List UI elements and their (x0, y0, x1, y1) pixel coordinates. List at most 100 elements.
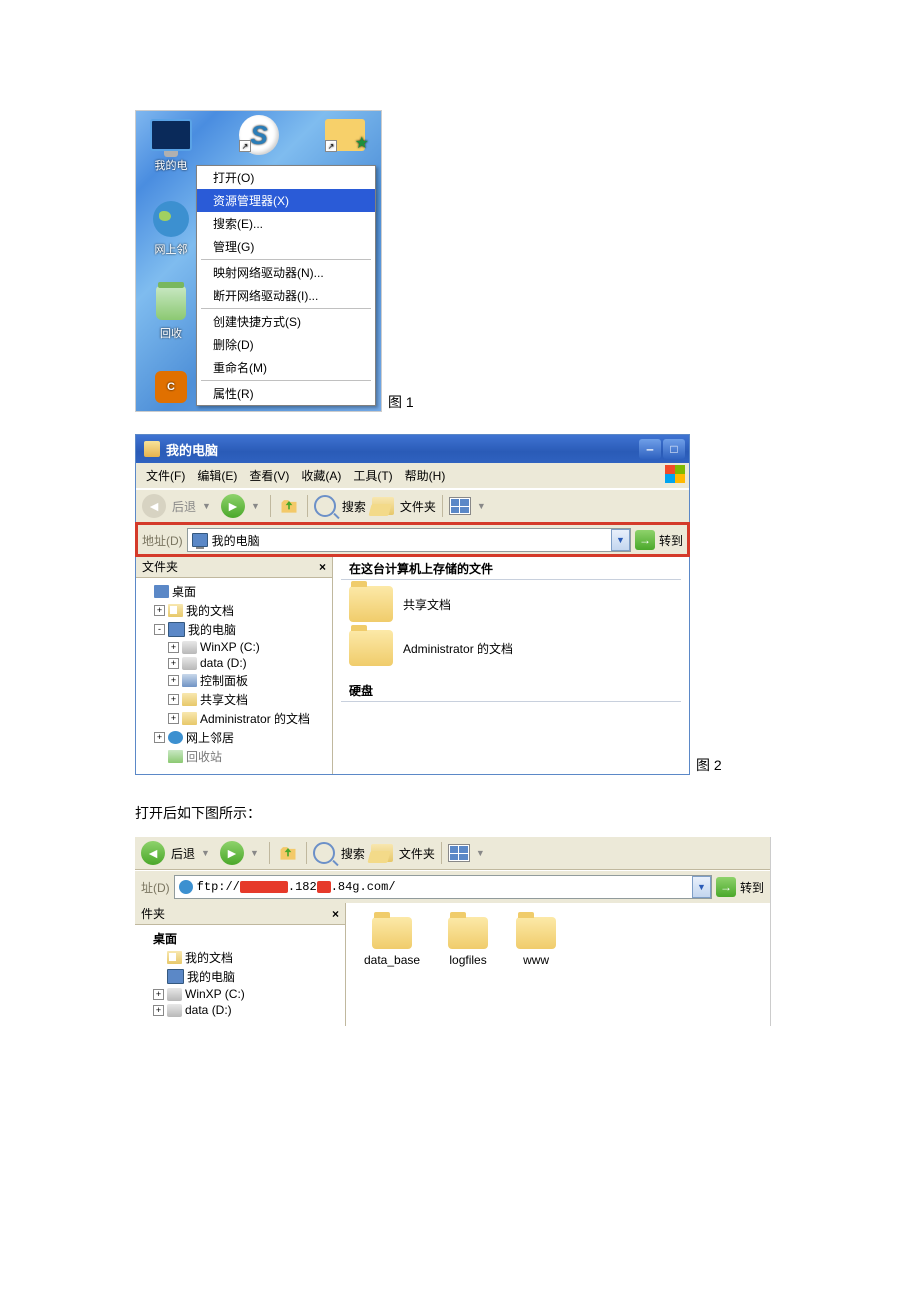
up-folder-button[interactable] (277, 494, 301, 518)
folder-icon (516, 917, 556, 949)
menu-view[interactable]: 查看(V) (243, 465, 295, 486)
expand-toggle[interactable]: + (153, 989, 164, 1000)
search-button[interactable]: 搜索 (342, 498, 366, 515)
folder-item[interactable]: logfiles (448, 917, 488, 967)
expand-toggle[interactable]: - (154, 624, 165, 635)
folder-icon (182, 693, 197, 706)
figure-1-desktop: 我的电 S↗ ↗ 网上邻 回收 C 打开(O) 资源管理器(X) (135, 110, 382, 412)
pc-icon (192, 533, 208, 547)
folder-icon (349, 586, 393, 622)
shortcut-desktop-icon[interactable]: ↗ (314, 115, 376, 157)
tree-mydocs[interactable]: 我的文档 (186, 602, 234, 619)
views-dropdown-icon[interactable]: ▼ (476, 848, 485, 858)
expand-toggle[interactable]: + (168, 642, 179, 653)
views-dropdown-icon[interactable]: ▼ (477, 501, 486, 511)
menu-favorites[interactable]: 收藏(A) (295, 465, 347, 486)
folders-button[interactable]: 文件夹 (399, 845, 435, 862)
address-input[interactable]: 我的电脑 ▼ (187, 528, 631, 552)
tree-mycomputer[interactable]: 我的电脑 (188, 621, 236, 638)
tree-drive-d[interactable]: data (D:) (200, 656, 247, 670)
expand-toggle[interactable]: + (153, 1005, 164, 1016)
menu-item-manage[interactable]: 管理(G) (197, 235, 375, 258)
back-label: 后退 (172, 498, 196, 515)
expand-toggle[interactable]: + (154, 732, 165, 743)
tree-control-panel[interactable]: 控制面板 (200, 672, 248, 689)
close-tree-button[interactable]: × (319, 560, 326, 574)
forward-dropdown-icon[interactable]: ▼ (250, 848, 259, 858)
menu-item-rename[interactable]: 重命名(M) (197, 356, 375, 379)
search-button[interactable]: 搜索 (341, 845, 365, 862)
globe-icon (179, 880, 193, 894)
tree-drive-d[interactable]: data (D:) (185, 1003, 232, 1017)
tree-desktop[interactable]: 桌面 (172, 583, 196, 600)
menu-item-open[interactable]: 打开(O) (197, 166, 375, 189)
go-button[interactable]: → (716, 877, 736, 897)
tree-drive-c[interactable]: WinXP (C:) (200, 640, 260, 654)
expand-toggle[interactable]: + (168, 675, 179, 686)
menu-help[interactable]: 帮助(H) (399, 465, 452, 486)
tree-desktop[interactable]: 桌面 (153, 930, 177, 947)
go-label: 转到 (740, 879, 764, 896)
folder-tree-title: 文件夹 (142, 558, 178, 575)
menu-item-map-drive[interactable]: 映射网络驱动器(N)... (197, 261, 375, 284)
maximize-button[interactable]: □ (663, 439, 685, 459)
back-dropdown-icon[interactable]: ▼ (201, 848, 210, 858)
menu-item-properties[interactable]: 属性(R) (197, 382, 375, 405)
go-button[interactable]: → (635, 530, 655, 550)
window-title: 我的电脑 (166, 440, 639, 459)
address-value: 我的电脑 (212, 532, 260, 549)
close-tree-button[interactable]: × (332, 907, 339, 921)
network-neighborhood-icon[interactable]: 网上邻 (140, 199, 202, 257)
menu-item-explorer[interactable]: 资源管理器(X) (197, 189, 375, 212)
tree-mycomputer[interactable]: 我的电脑 (187, 968, 235, 985)
explorer-window: 我的电脑 ‒ □ 文件(F) 编辑(E) 查看(V) 收藏(A) 工具(T) 帮… (135, 434, 690, 775)
sogou-desktop-icon[interactable]: S↗ (228, 115, 290, 157)
tree-drive-c[interactable]: WinXP (C:) (185, 987, 245, 1001)
menu-tools[interactable]: 工具(T) (347, 465, 398, 486)
address-dropdown-button[interactable]: ▼ (692, 876, 711, 898)
folder-tree-title: 件夹 (141, 905, 165, 922)
forward-dropdown-icon[interactable]: ▼ (251, 501, 260, 511)
forward-button[interactable]: ► (221, 494, 245, 518)
address-input[interactable]: ftp://.182.84g.com/ ▼ (174, 875, 712, 899)
menu-item-delete[interactable]: 删除(D) (197, 333, 375, 356)
expand-toggle[interactable]: + (168, 658, 179, 669)
views-button[interactable] (449, 497, 471, 515)
figure-2-caption: 图 2 (690, 755, 722, 775)
address-dropdown-button[interactable]: ▼ (611, 529, 630, 551)
tree-mydocs[interactable]: 我的文档 (185, 949, 233, 966)
tree-admin-docs[interactable]: Administrator 的文档 (200, 710, 310, 727)
menu-edit[interactable]: 编辑(E) (191, 465, 243, 486)
expand-toggle[interactable]: + (154, 605, 165, 616)
menu-file[interactable]: 文件(F) (140, 465, 191, 486)
tree-network-places[interactable]: 网上邻居 (186, 729, 234, 746)
tree-recycle-bin[interactable]: 回收站 (186, 748, 222, 765)
recycle-bin-icon[interactable]: 回收 (140, 283, 202, 341)
drive-icon (167, 988, 182, 1001)
menu-item-disconnect-drive[interactable]: 断开网络驱动器(I)... (197, 284, 375, 307)
back-dropdown-icon[interactable]: ▼ (202, 501, 211, 511)
app-desktop-icon[interactable]: C (140, 367, 202, 409)
folder-icon (349, 630, 393, 666)
back-button[interactable]: ◄ (142, 494, 166, 518)
minimize-button[interactable]: ‒ (639, 439, 661, 459)
section-hard-disk: 硬盘 (341, 678, 681, 702)
views-button[interactable] (448, 844, 470, 862)
item-admin-docs[interactable]: Administrator 的文档 (349, 630, 689, 666)
menu-item-create-shortcut[interactable]: 创建快捷方式(S) (197, 310, 375, 333)
item-shared-docs[interactable]: 共享文档 (349, 586, 689, 622)
expand-toggle[interactable]: + (168, 713, 179, 724)
tree-shared-docs[interactable]: 共享文档 (200, 691, 248, 708)
folder-item[interactable]: data_base (364, 917, 420, 967)
up-folder-button[interactable] (276, 841, 300, 865)
forward-button[interactable]: ► (220, 841, 244, 865)
my-computer-desktop-icon[interactable]: 我的电 (140, 115, 202, 173)
back-button[interactable]: ◄ (141, 841, 165, 865)
menu-item-search[interactable]: 搜索(E)... (197, 212, 375, 235)
folders-button[interactable]: 文件夹 (400, 498, 436, 515)
drive-icon (182, 641, 197, 654)
search-icon (313, 842, 335, 864)
windows-logo-icon (665, 465, 685, 483)
expand-toggle[interactable]: + (168, 694, 179, 705)
folder-item[interactable]: www (516, 917, 556, 967)
